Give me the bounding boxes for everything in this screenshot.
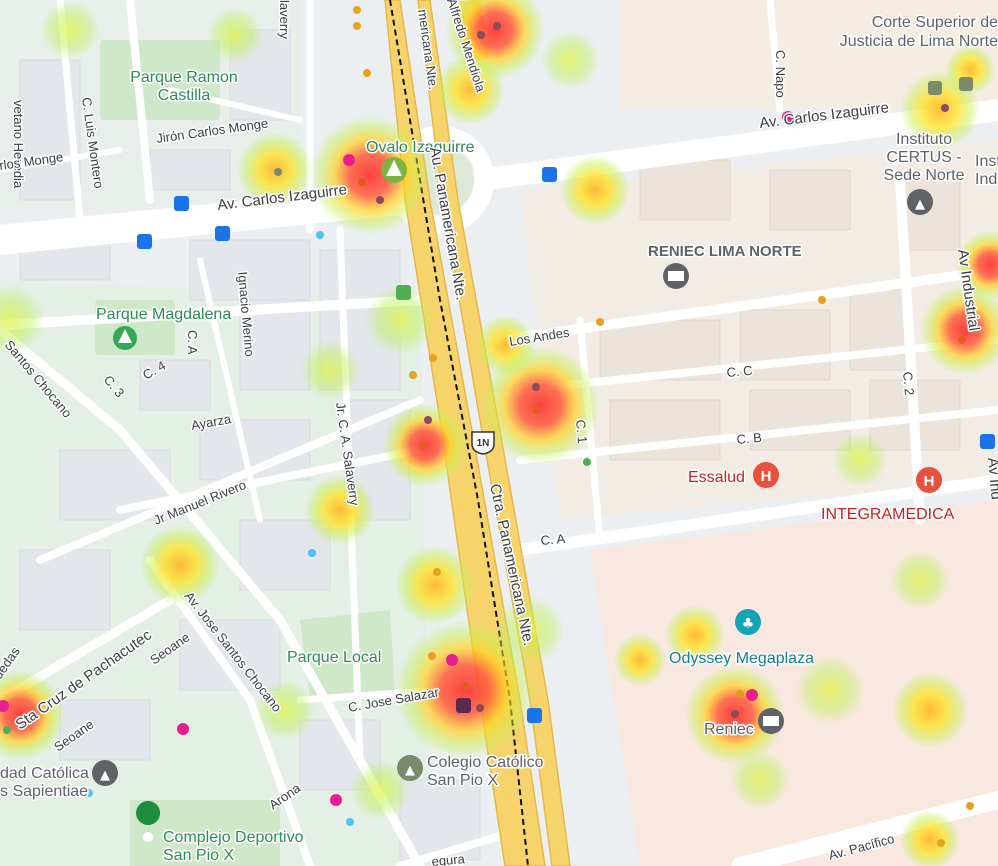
map-canvas[interactable]: H H ♣ ▲ ▲ ▲ 1N Corte Superior de Justici… [0,0,998,866]
street-c-a-left: C. A [185,330,200,355]
transit-station-icon [456,698,471,713]
tree-icon: ♣ [742,616,755,632]
shopping-icon [177,723,189,735]
landmark-icon [763,716,779,726]
bus-stop-icon [542,167,557,182]
graduation-cap-icon: ▲ [100,768,110,783]
reniec-norte-label: RENIEC LIMA NORTE [648,243,802,260]
shopping-icon [446,654,458,666]
school-pin-colegio[interactable]: ▲ [397,755,423,781]
street-cc: C. C [726,363,753,380]
complejo-label-2: San Pio X [163,847,234,864]
street-c2: C. 2 [900,371,917,396]
colegio-label-2: San Pio X [427,772,498,789]
integramedica-label: INTEGRAMEDICA [821,506,955,523]
school-pin-certus[interactable]: ▲ [907,189,933,215]
pin-icon [143,832,153,842]
complejo-label-1: Complejo Deportivo [163,829,304,846]
bus-stop-icon [174,196,189,211]
street-c1: C. 1 [573,419,590,444]
essalud-label: Essalud [688,469,745,486]
catolica-label-1: dad Católica [0,765,89,782]
government-pin-reniec-norte[interactable] [663,263,689,289]
instituto-label-3: Sede Norte [884,167,965,184]
parque-ramon-label-2: Castilla [158,87,211,104]
h-icon: H [924,473,935,490]
street-salaverry-top: laverry [277,0,292,40]
svg-text:1N: 1N [477,438,490,449]
corte-label-2: Justicia de Lima Norte [840,33,998,50]
shopping-icon [343,154,355,166]
instituto-label-1: Instituto [896,131,952,148]
odyssey-label: Odyssey Megaplaza [669,650,814,667]
street-ca-right: C. A [540,531,566,548]
colegio-label-1: Colegio Católico [427,754,544,771]
school-pin-catolica[interactable]: ▲ [92,760,118,786]
shopping-icon [746,689,758,701]
street-segura: egura [431,851,466,866]
shopping-icon [330,794,342,806]
park-pin-ovalo[interactable] [381,157,407,183]
shield-1n: 1N [471,431,495,455]
hospital-pin-essalud[interactable]: H [753,462,779,488]
parque-local-label: Parque Local [287,649,381,666]
bus-stop-icon [137,234,152,249]
insti-partial-label: Insti [975,153,998,170]
parque-ramon-label-1: Parque Ramon [130,69,238,86]
government-pin-reniec[interactable] [758,708,784,734]
graduation-cap-icon: ▲ [915,197,925,212]
transit-station-icon [928,81,942,95]
parque-magdalena-label: Parque Magdalena [96,306,231,323]
transit-station-icon [959,77,973,91]
reniec-label: Reniec [704,721,754,738]
landmark-icon [668,271,684,281]
bus-stop-icon [215,226,230,241]
graduation-cap-icon: ▲ [405,763,415,778]
mall-pin-odyssey[interactable]: ♣ [735,609,761,635]
ovalo-label: Ovalo Izaguirre [366,139,475,156]
corte-label-1: Corte Superior de [872,14,998,31]
indu-partial-label: Indu [975,171,998,188]
hospital-pin-integramedica[interactable]: H [916,467,942,493]
transit-station-icon [396,285,411,300]
bus-stop-icon [527,708,542,723]
street-cb: C. B [736,430,763,447]
catolica-label-2: s Sapientiae [0,783,88,800]
street-heredia: vetano Heredia [11,100,26,189]
street-napo: C. Napo [773,50,788,98]
bus-stop-icon [980,434,995,449]
h-icon: H [761,468,772,485]
park-pin-magdalena[interactable] [113,326,137,350]
instituto-label-2: CERTUS - [886,149,961,166]
